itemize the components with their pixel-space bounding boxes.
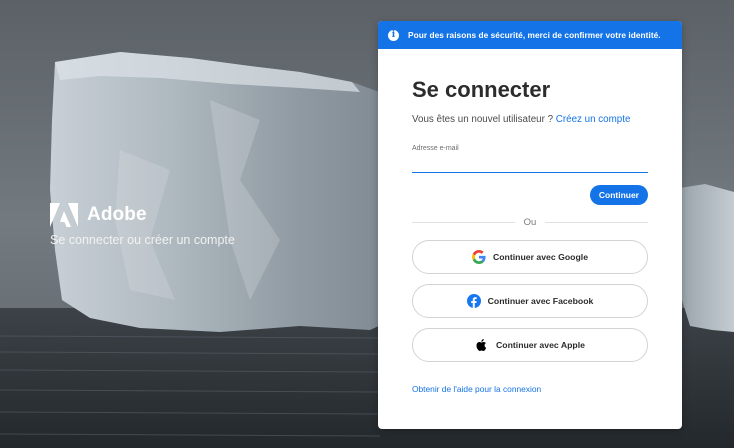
apple-icon [476, 338, 487, 351]
new-user-text: Vous êtes un nouvel utilisateur ? [412, 114, 554, 125]
google-icon [471, 249, 486, 264]
security-banner: i Pour des raisons de sécurité, merci de… [378, 21, 682, 49]
new-user-prompt: Vous êtes un nouvel utilisateur ? Créez … [412, 114, 648, 126]
brand-block: Adobe Se connecter ou créer un compte [50, 203, 235, 248]
help-link[interactable]: Obtenir de l'aide pour la connexion [412, 384, 541, 394]
email-field[interactable] [412, 155, 648, 173]
banner-text: Pour des raisons de sécurité, merci de c… [408, 30, 661, 40]
facebook-signin-button[interactable]: Continuer avec Facebook [412, 283, 648, 318]
google-signin-button[interactable]: Continuer avec Google [412, 239, 648, 274]
facebook-icon [466, 293, 481, 308]
create-account-link[interactable]: Créez un compte [556, 114, 631, 125]
signin-card: i Pour des raisons de sécurité, merci de… [378, 21, 682, 429]
adobe-logo-icon [50, 203, 78, 227]
apple-signin-button[interactable]: Continuer avec Apple [412, 327, 648, 362]
brand-row: Adobe [50, 203, 235, 227]
continue-row: Continuer [412, 184, 648, 205]
google-signin-label: Continuer avec Google [492, 251, 589, 262]
info-icon: i [388, 29, 399, 41]
email-label: Adresse e-mail [412, 145, 459, 152]
brand-name: Adobe [87, 204, 147, 225]
page-title: Se connecter [412, 77, 551, 102]
divider-line-right [545, 222, 648, 223]
or-label: Ou [523, 217, 537, 228]
brand-tagline: Se connecter ou créer un compte [50, 233, 235, 247]
signin-content: Se connecter Vous êtes un nouvel utilisa… [378, 77, 682, 397]
apple-signin-label: Continuer avec Apple [496, 339, 585, 350]
email-field-group: Adresse e-mail [412, 144, 648, 173]
facebook-signin-label: Continuer avec Facebook [487, 295, 594, 306]
continue-button[interactable]: Continuer [589, 184, 648, 205]
divider-line-left [412, 222, 515, 223]
or-divider: Ou [412, 217, 648, 229]
social-login-list: Continuer avec Google Continuer avec Fac… [412, 239, 648, 362]
